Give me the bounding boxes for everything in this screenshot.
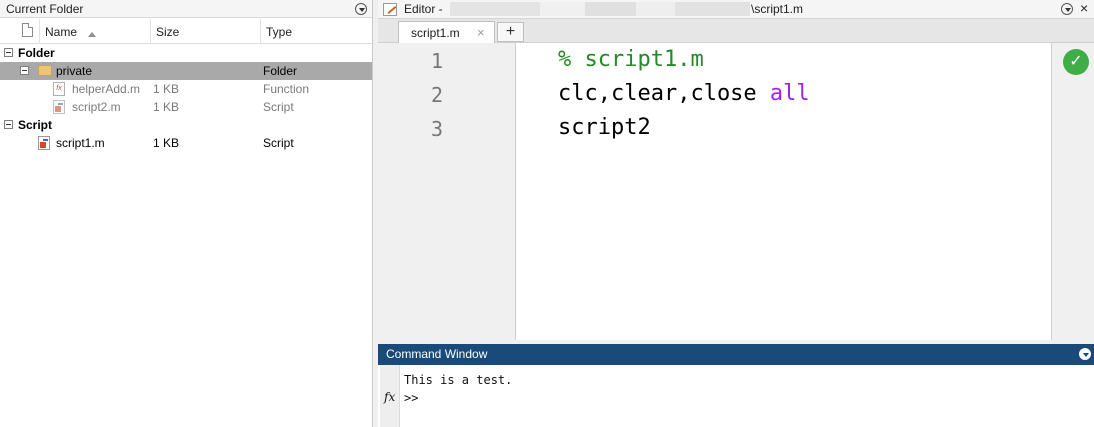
line-number: 1 xyxy=(430,49,443,73)
tab-label: script1.m xyxy=(411,26,460,40)
file-type: Folder xyxy=(263,64,298,78)
list-item[interactable]: script1.m 1 KB Script xyxy=(0,134,372,152)
column-type-label: Type xyxy=(266,25,293,39)
script-file-icon xyxy=(53,100,65,114)
code-line[interactable]: script2 xyxy=(558,115,651,140)
document-icon xyxy=(22,23,33,37)
editor-file-path: \script1.m xyxy=(751,2,804,16)
command-window-titlebar: Command Window xyxy=(378,344,1094,365)
redacted-path xyxy=(450,2,750,16)
current-folder-title: Current Folder xyxy=(6,2,84,16)
file-list-header: Name Size Type xyxy=(0,19,372,44)
code-line[interactable]: clc,clear,close all xyxy=(558,81,810,106)
folder-icon xyxy=(38,65,52,76)
collapse-icon[interactable] xyxy=(4,120,13,129)
group-label: Script xyxy=(18,118,53,132)
file-name: private xyxy=(56,64,93,78)
tab-script1[interactable]: script1.m × xyxy=(398,21,495,43)
collapse-icon[interactable] xyxy=(20,66,29,75)
function-browser-icon[interactable]: fx xyxy=(384,390,395,404)
command-window[interactable]: Command Window fx This is a test. >> xyxy=(378,344,1094,427)
file-type: Script xyxy=(263,136,294,150)
column-header-size[interactable]: Size xyxy=(151,19,261,44)
file-name: script2.m xyxy=(72,100,121,114)
group-label: Folder xyxy=(18,46,55,60)
command-gutter: fx xyxy=(380,365,400,427)
editor-icon xyxy=(383,3,397,16)
list-item[interactable]: private Folder xyxy=(0,62,372,80)
file-name: helperAdd.m xyxy=(72,82,141,96)
current-folder-titlebar: Current Folder xyxy=(0,0,372,18)
file-size: 1 KB xyxy=(153,136,180,150)
command-window-title: Command Window xyxy=(386,347,488,361)
group-header-script[interactable]: Script xyxy=(0,116,372,134)
line-number: 3 xyxy=(430,117,443,141)
code-keyword: all xyxy=(769,81,810,106)
panel-actions-menu-icon[interactable] xyxy=(355,3,367,15)
list-item[interactable]: fx helperAdd.m 1 KB Function xyxy=(0,80,372,98)
editor-actions-menu-icon[interactable] xyxy=(1061,3,1073,15)
code-analyzer-strip: ✓ xyxy=(1051,43,1094,340)
editor-title: Editor - xyxy=(404,2,443,16)
file-size: 1 KB xyxy=(153,100,180,114)
code-comment: % script1.m xyxy=(558,47,704,72)
close-icon[interactable]: × xyxy=(1080,0,1088,16)
column-header-name[interactable]: Name xyxy=(40,19,151,44)
collapse-icon[interactable] xyxy=(4,48,13,57)
column-header-type-icon[interactable] xyxy=(0,19,40,44)
file-type: Function xyxy=(263,82,310,96)
command-output: This is a test. xyxy=(404,373,513,387)
column-size-label: Size xyxy=(156,25,180,39)
editor-tabbar: script1.m × + xyxy=(378,19,1094,43)
line-number-gutter: 1 2 3 xyxy=(380,43,516,340)
line-number: 2 xyxy=(430,83,443,107)
editor-titlebar: Editor - \script1.m × xyxy=(378,0,1094,19)
sort-ascending-icon xyxy=(84,28,96,42)
code-line[interactable]: % script1.m xyxy=(558,47,704,72)
file-size: 1 KB xyxy=(153,82,180,96)
list-item[interactable]: script2.m 1 KB Script xyxy=(0,98,372,116)
command-prompt[interactable]: >> xyxy=(404,391,418,405)
group-header-folder[interactable]: Folder xyxy=(0,44,372,62)
file-type: Script xyxy=(263,100,294,114)
code-text: script2 xyxy=(558,115,651,140)
column-header-type[interactable]: Type xyxy=(261,19,372,44)
column-name-label: Name xyxy=(45,25,78,39)
command-window-menu-icon[interactable] xyxy=(1079,348,1091,360)
tab-close-icon[interactable]: × xyxy=(477,25,485,40)
file-name: script1.m xyxy=(56,136,105,150)
code-text: clc,clear,close xyxy=(558,81,770,106)
function-file-icon: fx xyxy=(53,82,65,96)
script-file-icon xyxy=(38,136,50,150)
check-icon[interactable]: ✓ xyxy=(1063,49,1089,75)
code-editor[interactable]: 1 2 3 % script1.m clc,clear,close all sc… xyxy=(380,43,1094,340)
new-tab-button[interactable]: + xyxy=(497,22,524,42)
current-folder-panel: Current Folder Name Size Type Folder pri… xyxy=(0,0,373,427)
